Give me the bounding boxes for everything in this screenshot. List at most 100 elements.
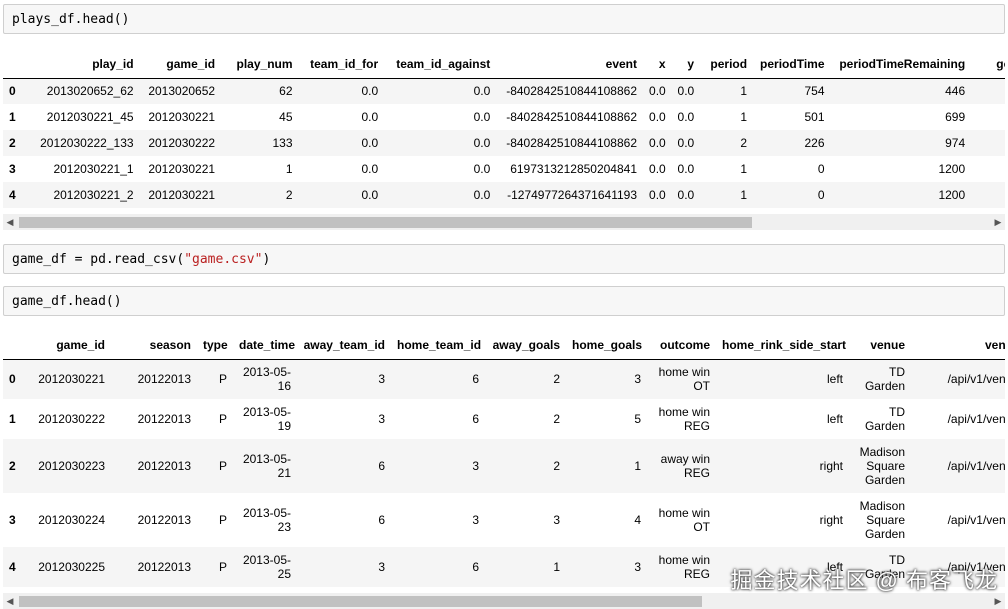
column-header: type [203,337,228,352]
table-cell: 2013-05-16 [242,365,291,394]
code-cell-read-csv[interactable]: game_df = pd.read_csv("game.csv") [3,244,1005,274]
column-header: outcome [659,337,710,352]
table-cell: 4 [634,513,641,527]
table-cell: P [218,372,227,387]
table-cell: Madison Square Garden [859,499,905,541]
table-cell: -8402842510844108862 [506,84,638,99]
row-index: 1 [9,412,16,426]
row-index: 2 [9,459,16,473]
column-header: venue [870,337,905,352]
game-output: game_id season type date_time away_team_id ho… [3,331,1005,590]
table-row: 2 2012030223 20122013 P 2013-05-21 6 3 2 1 away w… [3,439,1005,493]
table-cell: 2 [285,188,293,202]
table-cell: 6 [472,372,479,387]
table-cell: 0.0 [649,136,666,150]
table-cell: 2012030225 [38,560,105,574]
table-cell: 2013020652_62 [46,84,134,99]
column-header: away_goals [492,337,560,352]
column-header: periodTimeRemaining [839,56,966,71]
table-cell: left [826,412,843,426]
table-cell: home win OT [658,365,710,394]
table-cell: 0.0 [473,162,491,176]
table-row: 1 2012030221_45 2012030221 45 0.0 0.0 -8402842… [3,104,1005,130]
table-cell: away win REG [660,452,710,480]
table-cell: right [819,513,843,527]
table-cell: 0.0 [649,188,666,202]
table-cell: 501 [804,110,825,124]
table-cell: P [218,560,227,574]
table-cell: 2012030224 [38,513,105,527]
scroll-left-icon[interactable]: ◀ [3,593,17,609]
table-cell: 2 [553,412,560,426]
column-header: event [605,56,638,71]
table-cell: 1 [285,162,293,176]
scroll-thumb[interactable] [19,217,752,228]
table-cell: -8402842510844108862 [506,110,638,124]
table-row: 0 2013020652_62 2013020652 62 0.0 0.0 -8402842… [3,78,1005,104]
table-cell: home win REG [658,405,710,433]
table-cell: right [819,459,843,473]
row-index: 4 [9,188,16,202]
code-cell-plays-head[interactable]: plays_df.head() [3,4,1005,34]
game-horizontal-scrollbar[interactable]: ◀ ▶ [3,593,1005,609]
plays-output: play_id game_id play_num team_id_for team_id… [3,50,1005,210]
table-cell: TD Garden [864,365,905,394]
table-cell: Madison Square Garden [859,445,905,487]
table-cell: 0.0 [361,110,379,124]
table-cell: 6197313212850204841 [510,162,638,176]
table-cell: 1 [553,560,560,574]
column-header: home_team_id [397,337,482,352]
table-cell [971,104,1005,130]
table-cell: 2012030222 [38,412,105,426]
row-index: 0 [9,372,16,387]
column-header: period [710,56,748,71]
table-cell: P [218,513,227,527]
column-header: home_goals [572,337,643,352]
table-cell: 0.0 [473,84,491,99]
table-cell: 3 [378,560,385,574]
watermark: 掘金技术社区 @ 布客飞龙 [730,568,998,593]
table-cell: 0 [817,162,825,176]
plays-horizontal-scrollbar[interactable]: ◀ ▶ [3,214,1005,230]
table-cell: 1 [634,459,641,473]
column-header: away_team_id [303,337,385,352]
table-cell: 6 [472,560,479,574]
table-cell: 0.0 [677,110,695,124]
table-cell: 0.0 [677,162,695,176]
table-cell: 0.0 [473,188,491,202]
scroll-right-icon[interactable]: ▶ [991,593,1005,609]
table-cell: 2012030222 [148,136,216,150]
table-cell: 1 [740,188,748,202]
column-header: home_rink_side_start [722,337,847,352]
table-cell [971,156,1005,182]
code-text-prefix: game_df = pd.read_csv( [12,251,185,267]
column-header [3,331,25,359]
table-cell: 0.0 [677,188,695,202]
row-index: 4 [9,560,16,574]
table-cell: 0.0 [649,84,666,99]
table-cell: 2012030221 [38,372,105,387]
table-cell: 2013-05-25 [242,553,291,581]
scroll-left-icon[interactable]: ◀ [3,214,17,230]
table-cell: 0.0 [361,162,379,176]
table-cell: 0.0 [677,136,695,150]
column-header: periodTime [760,56,825,71]
scroll-thumb[interactable] [19,596,702,607]
table-cell: 2 [553,372,560,387]
table-cell: 0.0 [677,84,695,99]
plays-table: play_id game_id play_num team_id_for team_id… [3,50,1005,208]
table-row: 3 2012030224 20122013 P 2013-05-23 6 3 3 4 home w… [3,493,1005,547]
scroll-right-icon[interactable]: ▶ [991,214,1005,230]
table-cell: 2012030221_1 [53,162,134,176]
table-cell: 2013020652 [148,84,216,99]
table-cell: 2 [740,136,748,150]
table-cell: 2012030222_133 [40,136,134,150]
column-header: season [149,337,191,352]
table-cell: 2012030221_2 [53,188,134,202]
code-cell-game-head[interactable]: game_df.head() [3,286,1005,316]
table-cell: 3 [472,459,479,473]
table-cell: 1 [740,84,748,99]
row-index: 2 [9,136,16,150]
table-cell: left [826,372,843,387]
row-index: 0 [9,84,16,99]
